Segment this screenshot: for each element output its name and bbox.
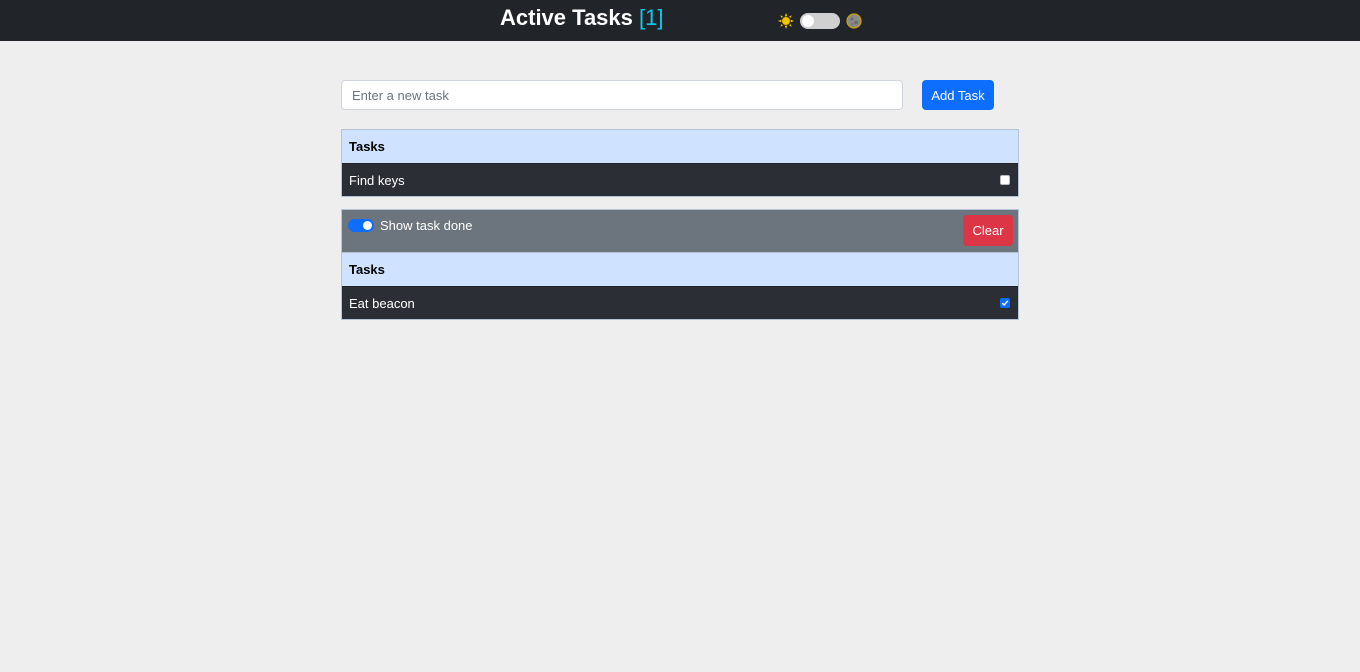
active-count-badge: [1] — [639, 5, 664, 30]
show-done-toggle-knob — [363, 221, 372, 230]
table-header: Tasks — [342, 253, 1018, 286]
table-header: Tasks — [342, 130, 1018, 163]
clear-button[interactable]: Clear — [963, 215, 1013, 246]
done-tasks-table: Tasks Eat beacon — [341, 252, 1019, 320]
page-title: Active Tasks [1] — [500, 5, 664, 31]
task-done-checkbox[interactable] — [1000, 175, 1010, 185]
task-label: Find keys — [349, 172, 405, 188]
show-done-label: Show task done — [380, 218, 473, 233]
moon-icon — [846, 13, 862, 29]
navbar: Active Tasks [1] — [0, 0, 1360, 41]
done-tasks-toolbar: Show task done Clear — [341, 209, 1019, 252]
task-label: Eat beacon — [349, 295, 415, 311]
theme-switch-knob — [802, 15, 814, 27]
show-done-toggle[interactable] — [348, 219, 374, 232]
new-task-input[interactable] — [341, 80, 903, 110]
theme-switch[interactable] — [800, 13, 840, 29]
add-task-button[interactable]: Add Task — [922, 80, 994, 110]
task-done-checkbox[interactable] — [1000, 298, 1010, 308]
theme-toggle — [778, 11, 862, 31]
checkmark-icon — [1001, 300, 1009, 307]
table-row: Eat beacon — [342, 286, 1018, 319]
sun-icon — [778, 13, 794, 29]
table-row: Find keys — [342, 163, 1018, 196]
active-tasks-table: Tasks Find keys — [341, 129, 1019, 197]
page-title-text: Active Tasks — [500, 5, 633, 30]
